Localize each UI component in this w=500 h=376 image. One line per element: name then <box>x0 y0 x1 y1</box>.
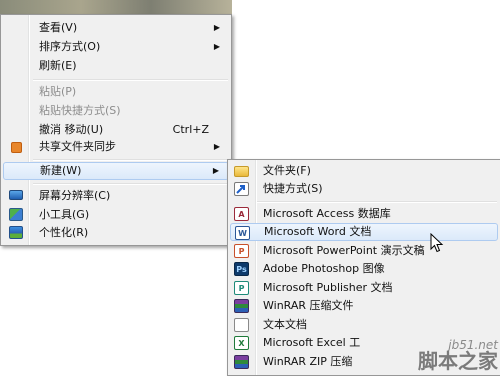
menu-item-new[interactable]: 新建(W) ▶ <box>3 162 229 180</box>
new-folder-item[interactable]: 文件夹(F) <box>230 162 498 180</box>
menu-item-label: 共享文件夹同步 <box>39 140 116 153</box>
new-photoshop-image-item[interactable]: Ps Adobe Photoshop 图像 <box>230 260 498 278</box>
menu-item-label: 快捷方式(S) <box>263 182 323 195</box>
personalize-icon <box>9 226 23 239</box>
gadgets-icon <box>9 208 23 221</box>
menu-item-paste-shortcut: 粘贴快捷方式(S) <box>3 102 229 120</box>
powerpoint-icon: P <box>234 244 249 258</box>
menu-item-label: 粘贴快捷方式(S) <box>39 104 121 117</box>
menu-separator <box>33 183 228 185</box>
menu-separator <box>33 159 228 161</box>
excel-icon: X <box>234 336 249 350</box>
menu-item-label: Microsoft Word 文档 <box>264 225 372 238</box>
menu-item-label: Microsoft PowerPoint 演示文稿 <box>263 244 425 257</box>
menu-item-paste: 粘贴(P) <box>3 83 229 101</box>
monitor-icon <box>9 190 23 200</box>
new-text-document-item[interactable]: 文本文档 <box>230 316 498 334</box>
menu-item-undo-move[interactable]: 撤消 移动(U) Ctrl+Z <box>3 121 229 139</box>
menu-item-label: 个性化(R) <box>39 226 89 239</box>
submenu-arrow-icon: ▶ <box>213 23 220 32</box>
access-icon: A <box>234 207 249 221</box>
text-document-icon <box>234 318 249 332</box>
sync-folder-icon <box>11 142 22 153</box>
new-publisher-item[interactable]: P Microsoft Publisher 文档 <box>230 279 498 297</box>
menu-item-label: 刷新(E) <box>39 59 77 72</box>
menu-item-label: WinRAR ZIP 压缩 <box>263 355 353 368</box>
new-shortcut-item[interactable]: 快捷方式(S) <box>230 180 498 198</box>
menu-item-view[interactable]: 查看(V) ▶ <box>3 19 229 37</box>
menu-item-label: Adobe Photoshop 图像 <box>263 262 385 275</box>
mouse-cursor-icon <box>430 233 444 253</box>
submenu-arrow-icon: ▶ <box>213 42 220 51</box>
desktop-context-menu: 查看(V) ▶ 排序方式(O) ▶ 刷新(E) 粘贴(P) 粘贴快捷方式(S) … <box>0 14 232 246</box>
photoshop-icon: Ps <box>234 262 249 276</box>
word-icon: W <box>235 226 250 240</box>
menu-item-label: Microsoft Excel 工 <box>263 336 361 349</box>
menu-item-shared-folder-sync[interactable]: 共享文件夹同步 ▶ <box>3 138 229 156</box>
menu-item-label: 文件夹(F) <box>263 164 311 177</box>
menu-item-gadgets[interactable]: 小工具(G) <box>3 206 229 224</box>
menu-item-screen-resolution[interactable]: 屏幕分辨率(C) <box>3 187 229 205</box>
menu-item-label: 文本文档 <box>263 318 307 331</box>
menu-item-refresh[interactable]: 刷新(E) <box>3 57 229 75</box>
menu-item-label: WinRAR 压缩文件 <box>263 299 354 312</box>
menu-item-label: 小工具(G) <box>39 208 90 221</box>
new-access-database-item[interactable]: A Microsoft Access 数据库 <box>230 205 498 223</box>
menu-item-label: 查看(V) <box>39 21 78 34</box>
menu-separator <box>33 79 228 81</box>
menu-item-sort-by[interactable]: 排序方式(O) ▶ <box>3 38 229 56</box>
submenu-arrow-icon: ▶ <box>213 142 220 151</box>
winrar-icon <box>234 299 249 313</box>
menu-item-label: 屏幕分辨率(C) <box>39 189 111 202</box>
menu-item-label: Microsoft Access 数据库 <box>263 207 391 220</box>
menu-item-label: 新建(W) <box>40 164 82 177</box>
watermark-name: 脚本之家 <box>418 349 498 373</box>
shortcut-icon <box>234 182 249 196</box>
menu-item-shortcut: Ctrl+Z <box>172 123 209 136</box>
submenu-arrow-icon: ▶ <box>212 166 219 175</box>
menu-item-label: 排序方式(O) <box>39 40 101 53</box>
site-watermark: jb51.net 脚本之家 <box>418 339 498 371</box>
menu-separator <box>257 201 497 203</box>
menu-item-label: 撤消 移动(U) <box>39 123 104 136</box>
new-winrar-archive-item[interactable]: WinRAR 压缩文件 <box>230 297 498 315</box>
menu-item-label: 粘贴(P) <box>39 85 77 98</box>
menu-item-label: Microsoft Publisher 文档 <box>263 281 393 294</box>
new-word-document-item[interactable]: W Microsoft Word 文档 <box>230 223 498 241</box>
new-powerpoint-item[interactable]: P Microsoft PowerPoint 演示文稿 <box>230 242 498 260</box>
publisher-icon: P <box>234 281 249 295</box>
menu-item-personalize[interactable]: 个性化(R) <box>3 224 229 242</box>
folder-icon <box>234 166 249 177</box>
winrar-zip-icon <box>234 355 249 369</box>
